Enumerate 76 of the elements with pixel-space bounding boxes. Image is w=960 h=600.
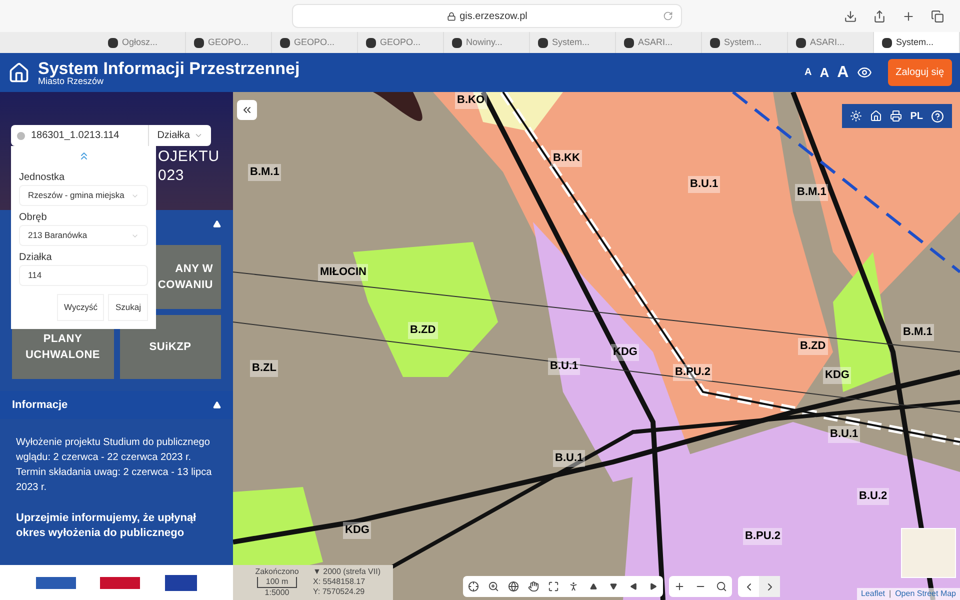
tab-favicon-icon [710, 38, 720, 48]
attribution-link[interactable]: Leaflet [860, 588, 885, 600]
zone-label: B.PU.2 [743, 528, 782, 544]
font-size-button[interactable]: A [804, 65, 812, 80]
attribution-separator: | [889, 588, 892, 600]
scale-text: 1:5000 [264, 588, 290, 598]
select-field[interactable]: Rzeszów - gmina miejska [19, 185, 148, 206]
app-subtitle: Miasto Rzeszów [38, 76, 104, 86]
hero-title-text: 023 [158, 167, 184, 186]
lock-icon [446, 12, 456, 20]
scale-bar: 100 m [256, 577, 298, 588]
next-view-icon[interactable] [759, 576, 780, 597]
tab-favicon-icon [796, 38, 806, 48]
double-chevron-left-icon [241, 104, 253, 116]
font-size-button[interactable]: A [837, 60, 849, 84]
address-bar[interactable]: gis.erzeszow.pl [292, 4, 682, 28]
zone-label: KDG [611, 344, 640, 360]
contrast-eye-icon[interactable] [856, 65, 872, 80]
info-header[interactable]: Informacje [0, 391, 233, 419]
dropdown-caret-icon [194, 131, 203, 140]
browser-tab[interactable]: System... [874, 32, 960, 53]
coordinate-text: Y: 7570524.29 [313, 587, 366, 597]
zone-label: MIŁOCIN [318, 264, 368, 280]
building-icon[interactable] [870, 110, 882, 122]
zone-label: B.KO [455, 92, 486, 108]
new-tab-icon[interactable] [902, 10, 915, 22]
zone-label: KDG [823, 367, 852, 384]
crs-select[interactable]: ▼ 2000 (strefa VII) [313, 567, 385, 577]
zone-label: KDG [343, 522, 372, 538]
tab-favicon-icon [882, 38, 892, 48]
zone-label: B.ZD [408, 322, 438, 338]
tab-favicon-icon [452, 38, 462, 48]
collapse-sidebar-button[interactable] [237, 100, 257, 120]
field-label: Obręb [19, 211, 48, 225]
zone-label: B.PU.2 [673, 364, 712, 380]
plan-tile[interactable]: SUiKZP [120, 315, 221, 379]
tab-favicon-icon [624, 38, 634, 48]
search-field[interactable]: 186301_1.0213.114 Działka [11, 125, 211, 146]
coordinate-text: X: 5548158.17 [313, 577, 366, 587]
tab-favicon-icon [538, 38, 548, 48]
zone-label: B.U.2 [857, 488, 890, 504]
zone-label: B.U.1 [548, 358, 580, 374]
print-icon[interactable] [890, 110, 902, 122]
attribution-link[interactable]: Open Street Map [895, 588, 956, 600]
help-icon[interactable] [931, 110, 944, 122]
collapse-caret-icon [213, 220, 221, 228]
language-button[interactable]: PL [910, 108, 923, 124]
select-field[interactable]: 213 Baranówka [19, 225, 148, 246]
status-text: Zakończono [255, 567, 299, 577]
popup-button[interactable]: Wyczyść [57, 294, 104, 321]
zone-label: B.U.1 [688, 176, 720, 192]
share-icon[interactable] [873, 10, 886, 22]
tab-favicon-icon [280, 38, 290, 48]
download-icon[interactable] [844, 10, 857, 22]
app-title: System Informacji Przestrzennej [38, 60, 300, 76]
tab-favicon-icon [108, 38, 118, 48]
zone-label: B.ZL [250, 360, 278, 376]
zone-label: B.ZD [798, 338, 828, 354]
hero-title-text: OJEKTU [158, 148, 220, 167]
reload-icon[interactable] [663, 11, 673, 21]
field-label: Jednostka [19, 171, 66, 185]
font-size-button[interactable]: A [820, 62, 830, 82]
zone-label: B.M.1 [901, 324, 934, 340]
input-field[interactable]: 114 [19, 265, 148, 286]
tab-favicon-icon [366, 38, 376, 48]
info-paragraph: Wyłożenie projektu Studium do publicznego wglądu: 2 czerwca - 22 czerwca 2023 r. Termin składania uwag: 2 czerwca - 13 lipca 2023 r. [16, 436, 213, 495]
zone-label: B.U.1 [553, 450, 586, 466]
info-paragraph: Uprzejmie informujemy, że upłynął okres wyłożenia do publicznego [16, 511, 198, 541]
tab-favicon-icon [194, 38, 204, 48]
zone-label: B.M.1 [248, 164, 282, 180]
tabs-overview-icon[interactable] [931, 10, 944, 22]
zone-label: B.KK [551, 150, 582, 166]
zone-label: B.M.1 [795, 184, 828, 200]
popup-button[interactable]: Szukaj [108, 294, 148, 321]
zone-label: B.U.1 [828, 426, 860, 442]
field-label: Działka [19, 251, 53, 265]
